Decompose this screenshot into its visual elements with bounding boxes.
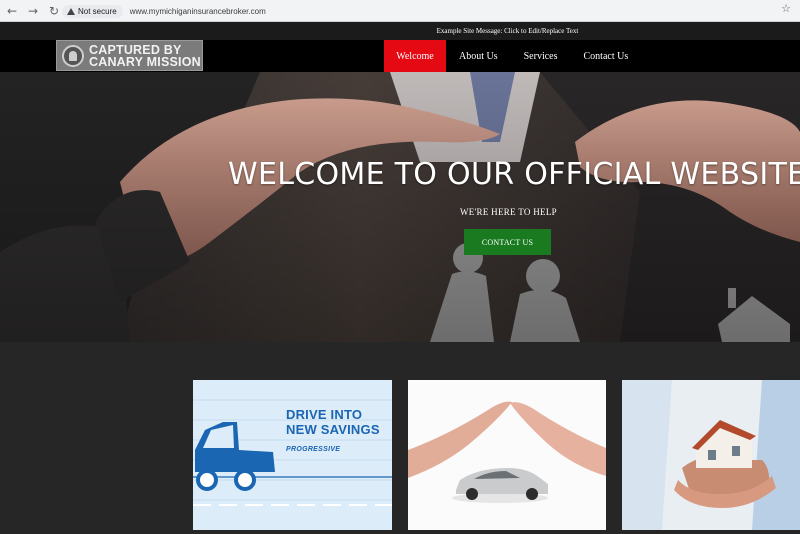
progressive-logo: PROGRESSIVE bbox=[286, 446, 341, 453]
site-message[interactable]: Example Site Message: Click to Edit/Repl… bbox=[437, 27, 579, 35]
hero-banner: WELCOME TO OUR OFFICIAL WEBSITE WE'RE HE… bbox=[0, 72, 800, 342]
watermark-line1: CAPTURED BY bbox=[89, 42, 182, 57]
seal-icon bbox=[62, 44, 84, 67]
forward-arrow-icon[interactable]: → bbox=[24, 2, 42, 20]
security-label: Not secure bbox=[78, 6, 117, 16]
canary-mission-watermark: CAPTURED BY CANARY MISSION bbox=[56, 40, 203, 71]
address-bar[interactable]: Not secure www.mymichiganinsurancebroker… bbox=[62, 2, 762, 20]
hero-background-image bbox=[0, 72, 800, 342]
house-in-hands-image bbox=[622, 380, 800, 530]
back-arrow-icon[interactable]: ← bbox=[3, 2, 21, 20]
auto-insurance-card[interactable] bbox=[408, 380, 606, 530]
top-navigation: CAPTURED BY CANARY MISSION Welcome About… bbox=[0, 40, 800, 72]
main-menu: Welcome About Us Services Contact Us bbox=[384, 40, 641, 72]
car-in-hands-image bbox=[408, 380, 606, 530]
nav-about-us[interactable]: About Us bbox=[446, 40, 511, 72]
contact-us-button[interactable]: CONTACT US bbox=[464, 229, 551, 255]
promo-headline: DRIVE INTO NEW SAVINGS bbox=[286, 407, 380, 437]
site-message-bar: Example Site Message: Click to Edit/Repl… bbox=[0, 22, 800, 40]
warning-icon bbox=[67, 7, 75, 15]
watermark-text: CAPTURED BY CANARY MISSION bbox=[89, 42, 201, 69]
browser-toolbar: ← → ↻ Not secure www.mymichiganinsurance… bbox=[0, 0, 800, 22]
security-indicator[interactable]: Not secure bbox=[62, 4, 123, 18]
nav-contact-us[interactable]: Contact Us bbox=[571, 40, 642, 72]
star-icon[interactable]: ☆ bbox=[781, 2, 791, 15]
hero-subtitle: WE'RE HERE TO HELP bbox=[460, 207, 557, 217]
nav-services[interactable]: Services bbox=[511, 40, 571, 72]
reload-icon[interactable]: ↻ bbox=[45, 2, 63, 20]
hero-title: WELCOME TO OUR OFFICIAL WEBSITE bbox=[228, 157, 800, 192]
promo-headline-line2: NEW SAVINGS bbox=[286, 422, 380, 437]
url-text[interactable]: www.mymichiganinsurancebroker.com bbox=[130, 7, 266, 16]
home-insurance-card[interactable] bbox=[622, 380, 800, 530]
services-section: DRIVE INTO NEW SAVINGS PROGRESSIVE bbox=[0, 342, 800, 534]
progressive-promo-card[interactable]: DRIVE INTO NEW SAVINGS PROGRESSIVE bbox=[193, 380, 392, 530]
promo-headline-line1: DRIVE INTO bbox=[286, 407, 363, 422]
nav-welcome[interactable]: Welcome bbox=[384, 40, 446, 72]
car-illustration bbox=[193, 380, 392, 530]
watermark-line2: CANARY MISSION bbox=[89, 54, 201, 69]
